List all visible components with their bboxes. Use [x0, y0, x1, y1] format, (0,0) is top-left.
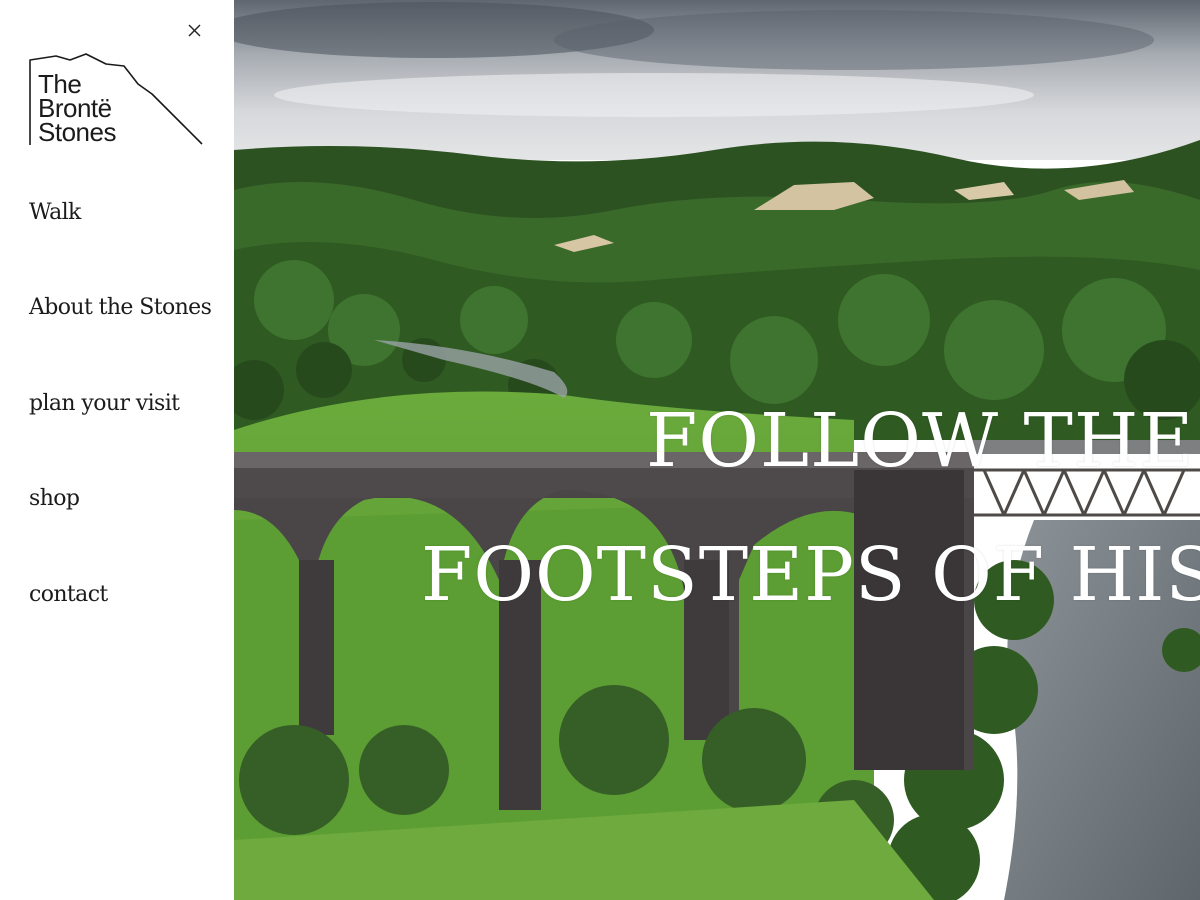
page: The Brontë Stones Walk About the Stones …	[0, 0, 1200, 900]
close-menu-button[interactable]	[184, 20, 204, 40]
nav-item-about-the-stones[interactable]: About the Stones	[29, 295, 212, 320]
hero-headline-line-2: FOOTSTEPS OF HIST	[421, 532, 1200, 618]
nav-item-shop[interactable]: shop	[29, 486, 80, 511]
nav-item-contact[interactable]: contact	[29, 582, 108, 607]
close-icon	[188, 24, 201, 37]
hero-section: FOLLOW THE FOOTSTEPS OF HIST	[234, 0, 1200, 900]
sidebar-menu: The Brontë Stones Walk About the Stones …	[0, 0, 234, 900]
nav-item-plan-your-visit[interactable]: plan your visit	[29, 391, 180, 416]
hero-headline-line-1: FOLLOW THE	[646, 398, 1195, 484]
logo-line-3: Stones	[38, 117, 116, 147]
brand-logo[interactable]: The Brontë Stones	[26, 50, 206, 150]
nav-item-walk[interactable]: Walk	[29, 200, 81, 225]
